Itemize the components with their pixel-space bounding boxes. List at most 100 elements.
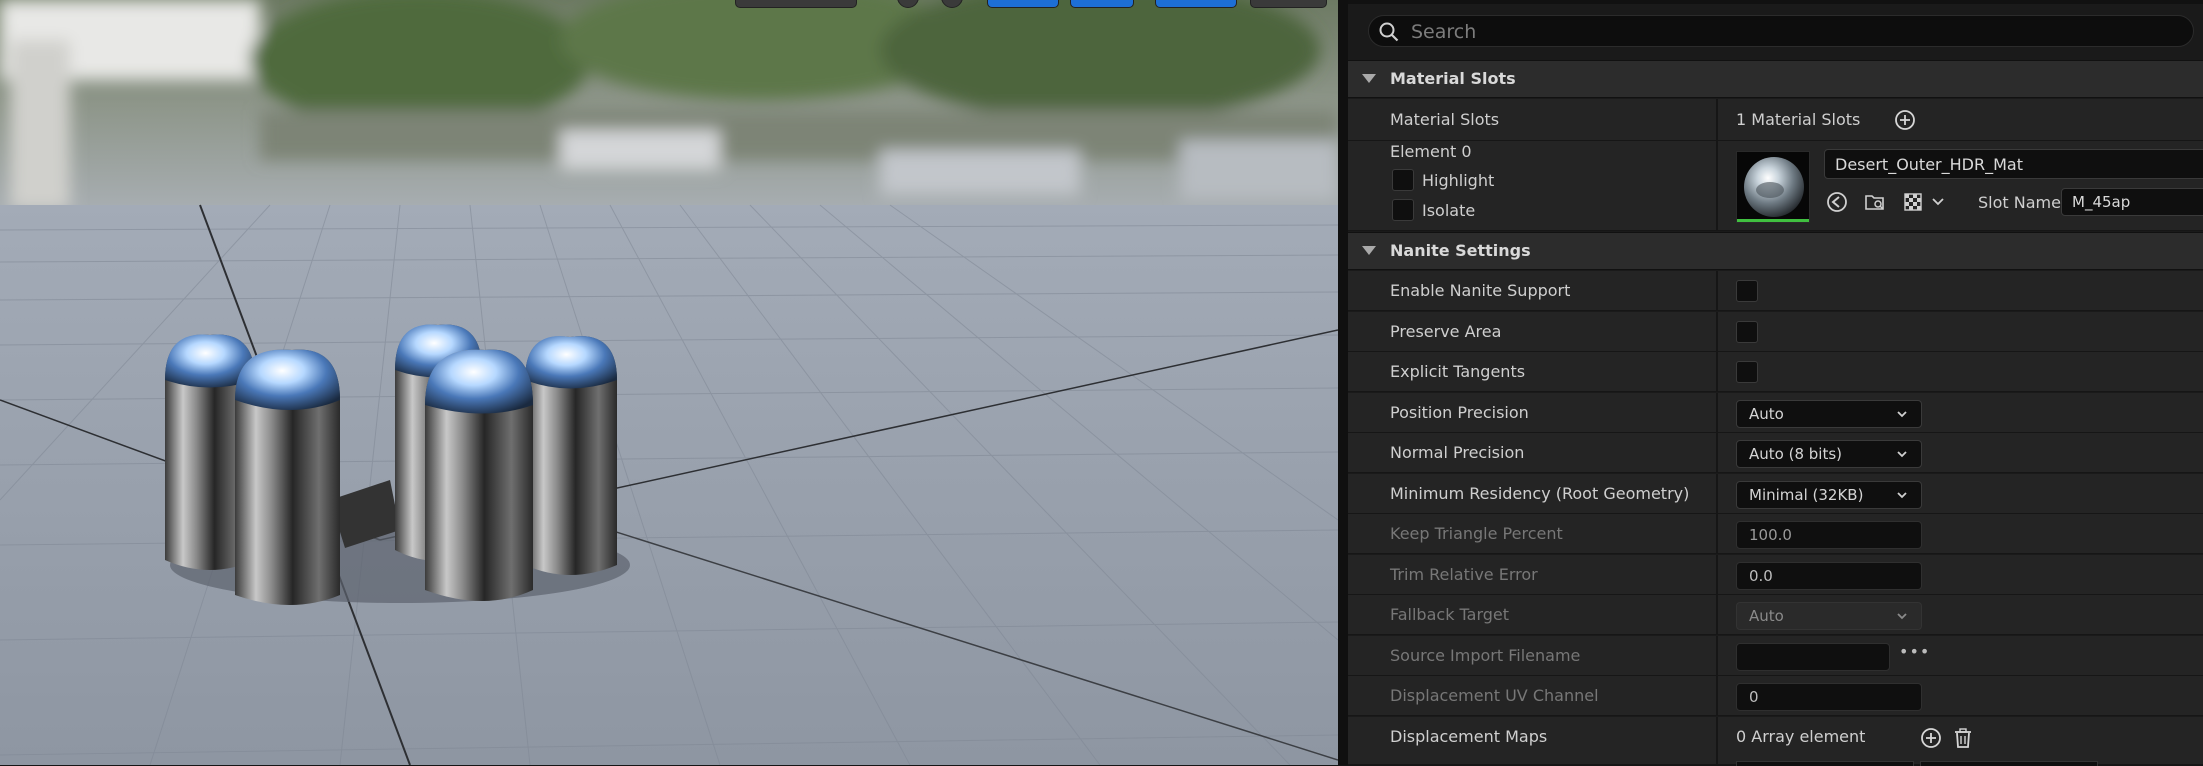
browse-icon[interactable]: [1864, 191, 1886, 213]
add-icon[interactable]: [1894, 109, 1916, 131]
normal-precision-row: Normal Precision Auto (8 bits): [1348, 433, 2203, 473]
minimum-residency-dropdown[interactable]: Minimal (32KB): [1736, 481, 1922, 509]
more-options-icon[interactable]: •••: [1899, 642, 1930, 661]
trim-relative-error-row: Trim Relative Error 0.0: [1348, 555, 2203, 595]
material-type-bar: [1737, 219, 1809, 222]
column-divider: [1716, 393, 1718, 432]
row-label: Keep Triangle Percent: [1390, 524, 1563, 543]
column-divider: [1716, 99, 1718, 140]
row-label: Preserve Area: [1390, 322, 1502, 341]
explicit-tangents-row: Explicit Tangents: [1348, 352, 2203, 392]
material-slot-count: 1 Material Slots: [1736, 110, 1861, 129]
trash-icon[interactable]: [1952, 727, 1974, 749]
add-icon[interactable]: [1920, 727, 1942, 749]
chevron-down-icon: [1897, 411, 1907, 418]
array-count: 0 Array element: [1736, 727, 1866, 746]
search-input[interactable]: [1409, 20, 2173, 44]
column-divider: [1716, 433, 1718, 472]
use-selected-icon[interactable]: [1826, 191, 1848, 213]
scale-snap-button[interactable]: [1155, 0, 1237, 8]
viewport-mode-button[interactable]: [735, 0, 857, 8]
normal-precision-dropdown[interactable]: Auto (8 bits): [1736, 440, 1922, 468]
slot-name-label: Slot Name: [1978, 193, 2061, 212]
chevron-down-icon: [1897, 613, 1907, 620]
section-title: Nanite Settings: [1390, 241, 1531, 260]
isolate-label: Isolate: [1422, 201, 1476, 220]
position-precision-dropdown[interactable]: Auto: [1736, 400, 1922, 428]
minimum-residency-row: Minimum Residency (Root Geometry) Minima…: [1348, 474, 2203, 514]
next-field-edge: [1736, 761, 1914, 766]
search-box[interactable]: [1368, 15, 2194, 47]
search-bar: [1348, 4, 2203, 58]
explicit-tangents-checkbox[interactable]: [1736, 361, 1758, 383]
row-label: Source Import Filename: [1390, 646, 1581, 665]
column-divider: [1716, 555, 1718, 594]
material-sphere-icon: [1744, 157, 1804, 217]
chevron-down-icon[interactable]: [1930, 194, 1946, 210]
column-divider: [1716, 141, 1718, 230]
column-divider: [1716, 595, 1718, 634]
source-import-filename-field[interactable]: [1736, 643, 1890, 671]
material-asset-picker[interactable]: Desert_Outer_HDR_Mat: [1824, 149, 2203, 179]
column-divider: [1716, 474, 1718, 513]
slot-name-field[interactable]: M_45ap: [2061, 188, 2203, 216]
row-label: Fallback Target: [1390, 605, 1510, 624]
enable-nanite-row: Enable Nanite Support: [1348, 271, 2203, 311]
row-label: Position Precision: [1390, 403, 1529, 422]
slot-name-value: M_45ap: [2072, 193, 2131, 211]
details-panel: Material Slots Material Slots 1 Material…: [1338, 0, 2203, 766]
level-viewport[interactable]: [0, 0, 1338, 765]
collapse-arrow-icon[interactable]: [1362, 246, 1376, 255]
chevron-down-icon: [1897, 451, 1907, 458]
keep-triangle-percent-row: Keep Triangle Percent 100.0: [1348, 514, 2203, 554]
chevron-down-icon: [1897, 492, 1907, 499]
material-slots-header[interactable]: Material Slots: [1348, 60, 2203, 98]
dropdown-value: Auto: [1749, 405, 1784, 423]
row-label: Trim Relative Error: [1390, 565, 1538, 584]
column-divider: [1716, 352, 1718, 391]
column-divider: [1716, 676, 1718, 715]
column-divider: [1716, 636, 1718, 675]
preserve-area-checkbox[interactable]: [1736, 321, 1758, 343]
material-asset-name: Desert_Outer_HDR_Mat: [1835, 155, 2023, 174]
source-import-filename-row: Source Import Filename •••: [1348, 636, 2203, 676]
displacement-maps-row: Displacement Maps 0 Array element: [1348, 717, 2203, 766]
row-label: Displacement Maps: [1390, 727, 1548, 746]
snap-toggle-button[interactable]: [987, 0, 1059, 8]
highlight-checkbox[interactable]: [1392, 169, 1414, 191]
preserve-area-row: Preserve Area: [1348, 312, 2203, 352]
fallback-target-row: Fallback Target Auto: [1348, 595, 2203, 635]
column-divider: [1716, 717, 1718, 764]
row-label: Enable Nanite Support: [1390, 281, 1571, 300]
trim-relative-error-field[interactable]: 0.0: [1736, 562, 1922, 590]
column-divider: [1716, 312, 1718, 351]
nanite-settings-header[interactable]: Nanite Settings: [1348, 232, 2203, 270]
element-title: Element 0: [1390, 142, 1472, 161]
isolate-checkbox[interactable]: [1392, 199, 1414, 221]
displacement-uv-channel-field[interactable]: 0: [1736, 683, 1922, 711]
collapse-arrow-icon[interactable]: [1362, 74, 1376, 83]
column-divider: [1716, 271, 1718, 310]
highlight-label: Highlight: [1422, 171, 1495, 190]
row-label: Displacement UV Channel: [1390, 686, 1599, 705]
fallback-target-dropdown[interactable]: Auto: [1736, 602, 1922, 630]
rotation-snap-button[interactable]: [1070, 0, 1134, 8]
dropdown-value: Auto: [1749, 607, 1784, 625]
enable-nanite-checkbox[interactable]: [1736, 280, 1758, 302]
material-thumbnail[interactable]: [1736, 151, 1810, 223]
field-value: 0.0: [1749, 567, 1773, 585]
keep-triangle-percent-field[interactable]: 100.0: [1736, 521, 1922, 549]
position-precision-row: Position Precision Auto: [1348, 393, 2203, 433]
dropdown-value: Auto (8 bits): [1749, 445, 1842, 463]
displacement-uv-channel-row: Displacement UV Channel 0: [1348, 676, 2203, 716]
viewport-scene: [0, 0, 1338, 765]
row-label: Normal Precision: [1390, 443, 1525, 462]
field-value: 100.0: [1749, 526, 1792, 544]
row-label: Material Slots: [1390, 110, 1500, 129]
material-slots-row: Material Slots 1 Material Slots: [1348, 99, 2203, 141]
row-label: Minimum Residency (Root Geometry): [1390, 484, 1690, 503]
field-value: 0: [1749, 688, 1759, 706]
camera-speed-button[interactable]: [1250, 0, 1327, 8]
checker-icon[interactable]: [1903, 191, 1925, 213]
section-title: Material Slots: [1390, 69, 1516, 88]
